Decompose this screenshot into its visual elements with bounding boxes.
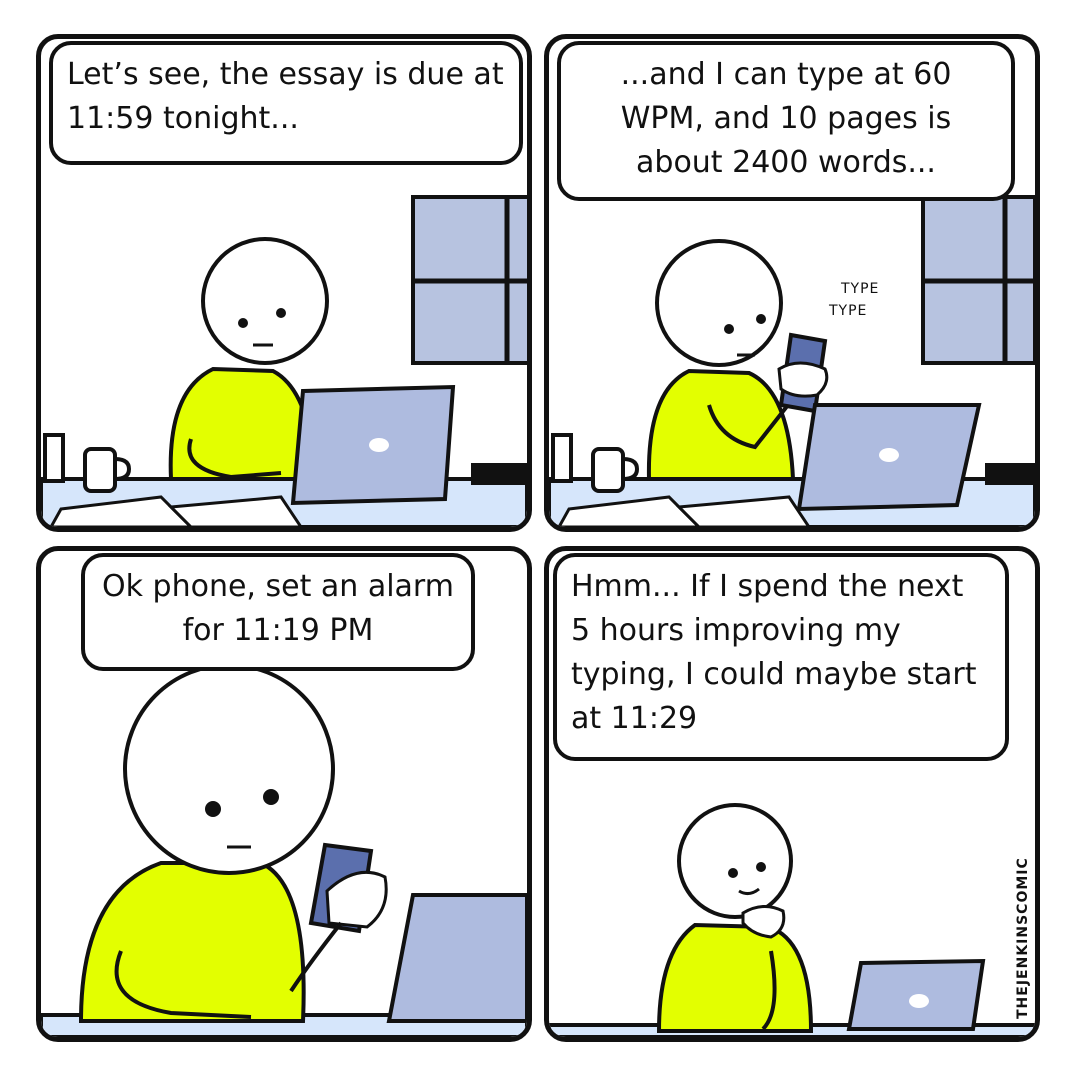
cup	[43, 433, 65, 483]
phone	[289, 842, 388, 993]
black-box	[471, 463, 527, 485]
speech-bubble: Hmm... If I spend the next 5 hours impro…	[553, 553, 1009, 761]
panel-3: Ok phone, set an alarm for 11:19 PM	[36, 546, 532, 1042]
shirt	[78, 861, 306, 1023]
black-box	[985, 463, 1035, 485]
window	[921, 195, 1035, 365]
artist-credit: THEJENKINSCOMIC	[1015, 857, 1031, 1019]
head	[655, 239, 783, 367]
cup	[551, 433, 573, 483]
head	[123, 663, 335, 875]
speech-bubble: Ok phone, set an alarm for 11:19 PM	[81, 553, 475, 671]
panel-1: Let’s see, the essay is due at 11:59 ton…	[36, 34, 532, 532]
window	[411, 195, 527, 365]
sfx-type: TYPE	[829, 303, 868, 319]
sfx-type: TYPE	[841, 281, 880, 297]
shirt	[656, 922, 814, 1033]
phone	[777, 332, 829, 414]
head	[677, 803, 793, 919]
shirt	[168, 366, 318, 481]
laptop	[290, 384, 456, 506]
speech-bubble: ...and I can type at 60 WPM, and 10 page…	[557, 41, 1015, 201]
panel-2: ...and I can type at 60 WPM, and 10 page…	[544, 34, 1040, 532]
laptop	[386, 893, 527, 1023]
laptop	[846, 958, 986, 1031]
speech-bubble: Let’s see, the essay is due at 11:59 ton…	[49, 41, 523, 165]
panel-4: Hmm... If I spend the next 5 hours impro…	[544, 546, 1040, 1042]
laptop	[796, 403, 982, 512]
